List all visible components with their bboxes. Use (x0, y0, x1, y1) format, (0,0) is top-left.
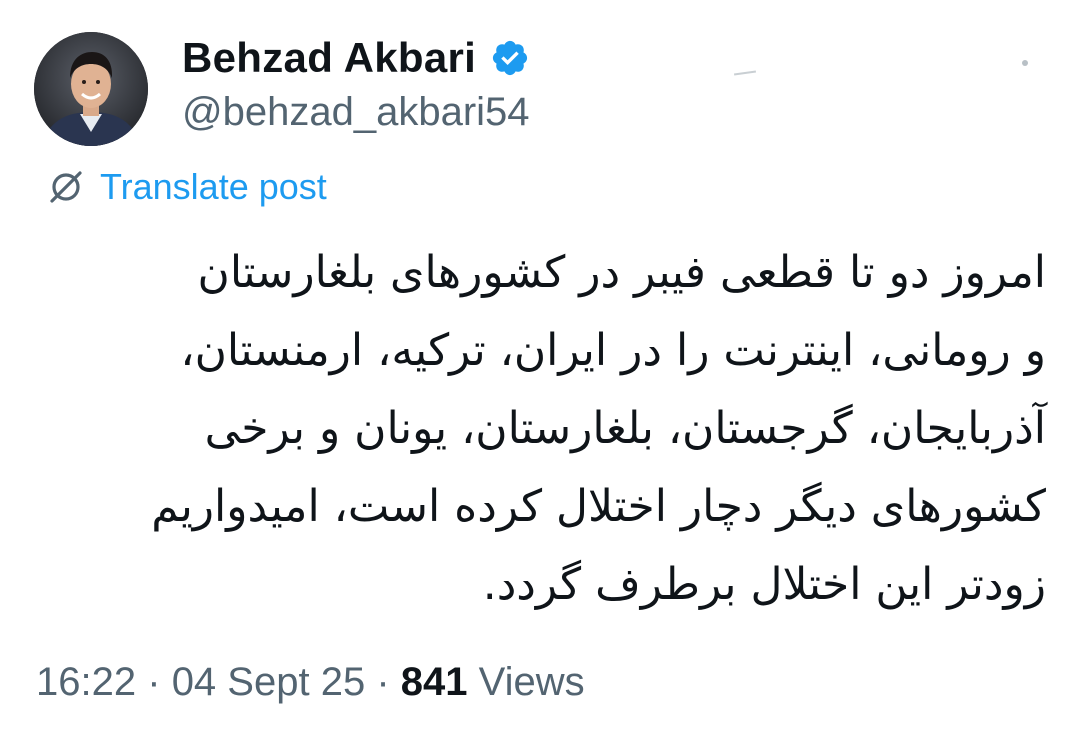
more-dot-icon[interactable] (1022, 60, 1028, 66)
post-body-line: امروز دو تا قطعی فیبر در کشورهای بلغارست… (197, 247, 1046, 298)
verified-badge-icon[interactable] (490, 38, 530, 78)
post-time[interactable]: 16:22 (36, 660, 136, 704)
avatar-image (34, 32, 148, 146)
post-date[interactable]: 04 Sept 25 (172, 660, 366, 704)
post-body-line: آذربایجان، گرجستان، بلغارستان، یونان و ب… (204, 403, 1046, 454)
divider-mark (733, 70, 757, 76)
avatar[interactable] (34, 32, 148, 146)
translate-post-button[interactable]: Translate post (44, 166, 327, 208)
translate-post-label: Translate post (100, 166, 327, 207)
post-body-line: زودتر این اختلال برطرف گردد. (482, 559, 1046, 610)
author-display-name[interactable]: Behzad Akbari (182, 34, 476, 82)
views-label: Views (478, 660, 585, 704)
tweet-card: Behzad Akbari @behzad_akbari54 Translate… (0, 0, 1080, 742)
post-meta: 16:22 · 04 Sept 25 · 841 Views (36, 660, 585, 705)
author-name-row: Behzad Akbari (182, 34, 530, 82)
views-count[interactable]: 841 (401, 660, 468, 704)
post-body-line: و رومانی، اینترنت را در ایران، ترکیه، ار… (180, 325, 1046, 376)
meta-separator: · (147, 660, 161, 704)
post-body: امروز دو تا قطعی فیبر در کشورهای بلغارست… (40, 234, 1046, 624)
post-body-line: کشورهای دیگر دچار اختلال کرده است، امیدو… (151, 481, 1046, 532)
globe-slash-icon (44, 167, 88, 207)
author-handle[interactable]: @behzad_akbari54 (182, 90, 530, 135)
meta-separator: · (376, 660, 390, 704)
